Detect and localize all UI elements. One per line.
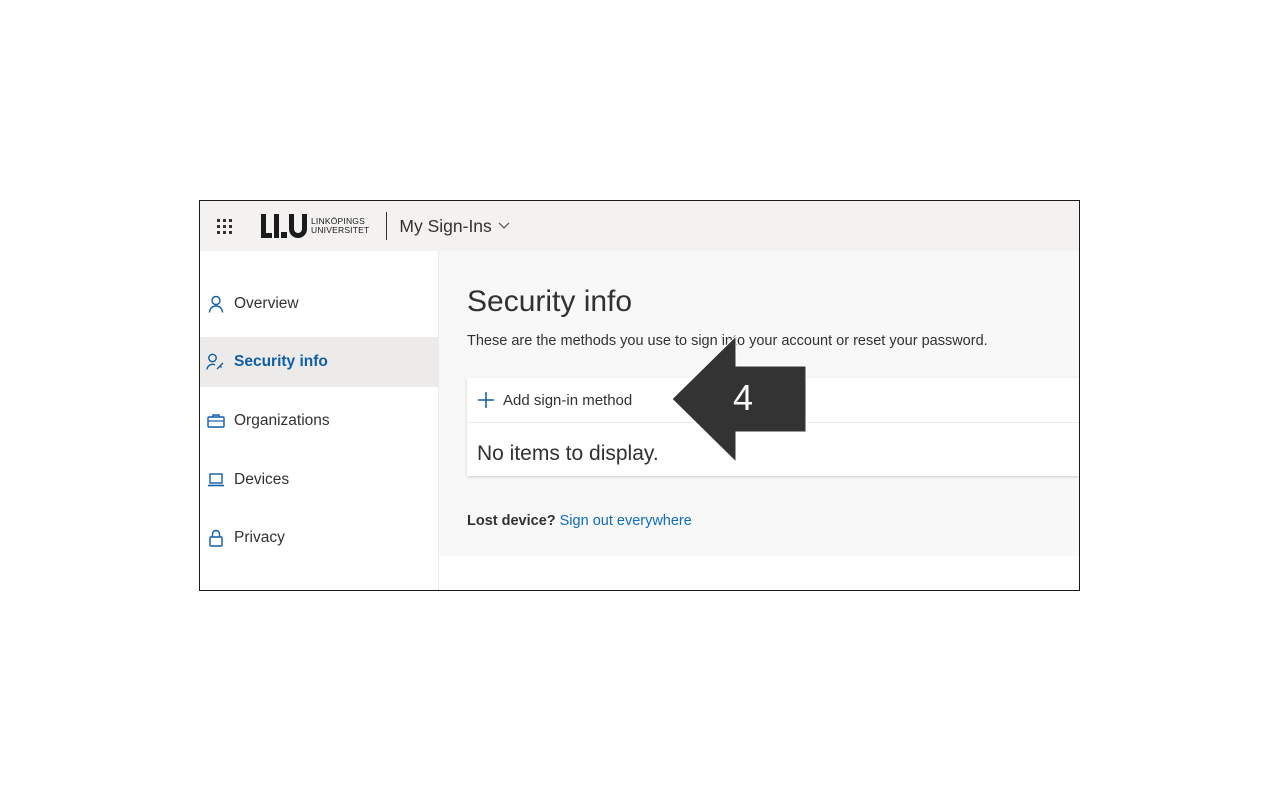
page-title: Security info bbox=[467, 285, 633, 318]
laptop-icon bbox=[206, 473, 226, 487]
person-key-icon bbox=[206, 353, 226, 371]
logo-text-line2: UNIVERSITET bbox=[311, 225, 370, 235]
app-title: My Sign-Ins bbox=[399, 215, 492, 236]
sidebar-item-security-info[interactable]: Security info bbox=[200, 337, 438, 387]
sidebar-item-devices[interactable]: Devices bbox=[200, 455, 438, 505]
chevron-down-icon bbox=[498, 222, 510, 229]
sidebar-item-overview[interactable]: Overview bbox=[200, 279, 438, 329]
sidebar-item-label: Overview bbox=[234, 295, 299, 312]
sidebar-item-label: Privacy bbox=[234, 529, 285, 546]
step-arrow-callout: 4 bbox=[672, 336, 807, 462]
top-bar: LINKÖPINGS UNIVERSITET My Sign-Ins bbox=[200, 201, 1079, 251]
sidebar: Overview Security info Organizations Dev… bbox=[200, 251, 439, 590]
empty-state-message: No items to display. bbox=[477, 442, 659, 465]
sidebar-item-label: Devices bbox=[234, 471, 290, 488]
app-title-dropdown[interactable]: My Sign-Ins bbox=[399, 215, 510, 237]
lost-device-row: Lost device? Sign out everywhere bbox=[467, 513, 692, 529]
header-divider bbox=[386, 212, 388, 240]
briefcase-icon bbox=[206, 413, 226, 429]
step-number: 4 bbox=[733, 377, 753, 418]
sidebar-item-label: Organizations bbox=[234, 412, 330, 429]
plus-icon bbox=[477, 391, 495, 409]
lock-icon bbox=[206, 529, 226, 547]
liu-logo-mark bbox=[261, 214, 307, 238]
sidebar-item-organizations[interactable]: Organizations bbox=[200, 396, 438, 446]
sidebar-item-privacy[interactable]: Privacy bbox=[200, 513, 438, 563]
lost-device-label: Lost device? bbox=[467, 513, 556, 529]
sign-out-everywhere-link[interactable]: Sign out everywhere bbox=[560, 513, 692, 529]
person-icon bbox=[206, 295, 226, 313]
app-launcher-icon[interactable] bbox=[215, 217, 233, 235]
liu-logo: LINKÖPINGS UNIVERSITET bbox=[261, 212, 369, 240]
add-sign-in-method-label: Add sign-in method bbox=[503, 391, 633, 409]
sidebar-item-label: Security info bbox=[234, 353, 328, 370]
app-window: LINKÖPINGS UNIVERSITET My Sign-Ins Overv… bbox=[199, 200, 1080, 591]
